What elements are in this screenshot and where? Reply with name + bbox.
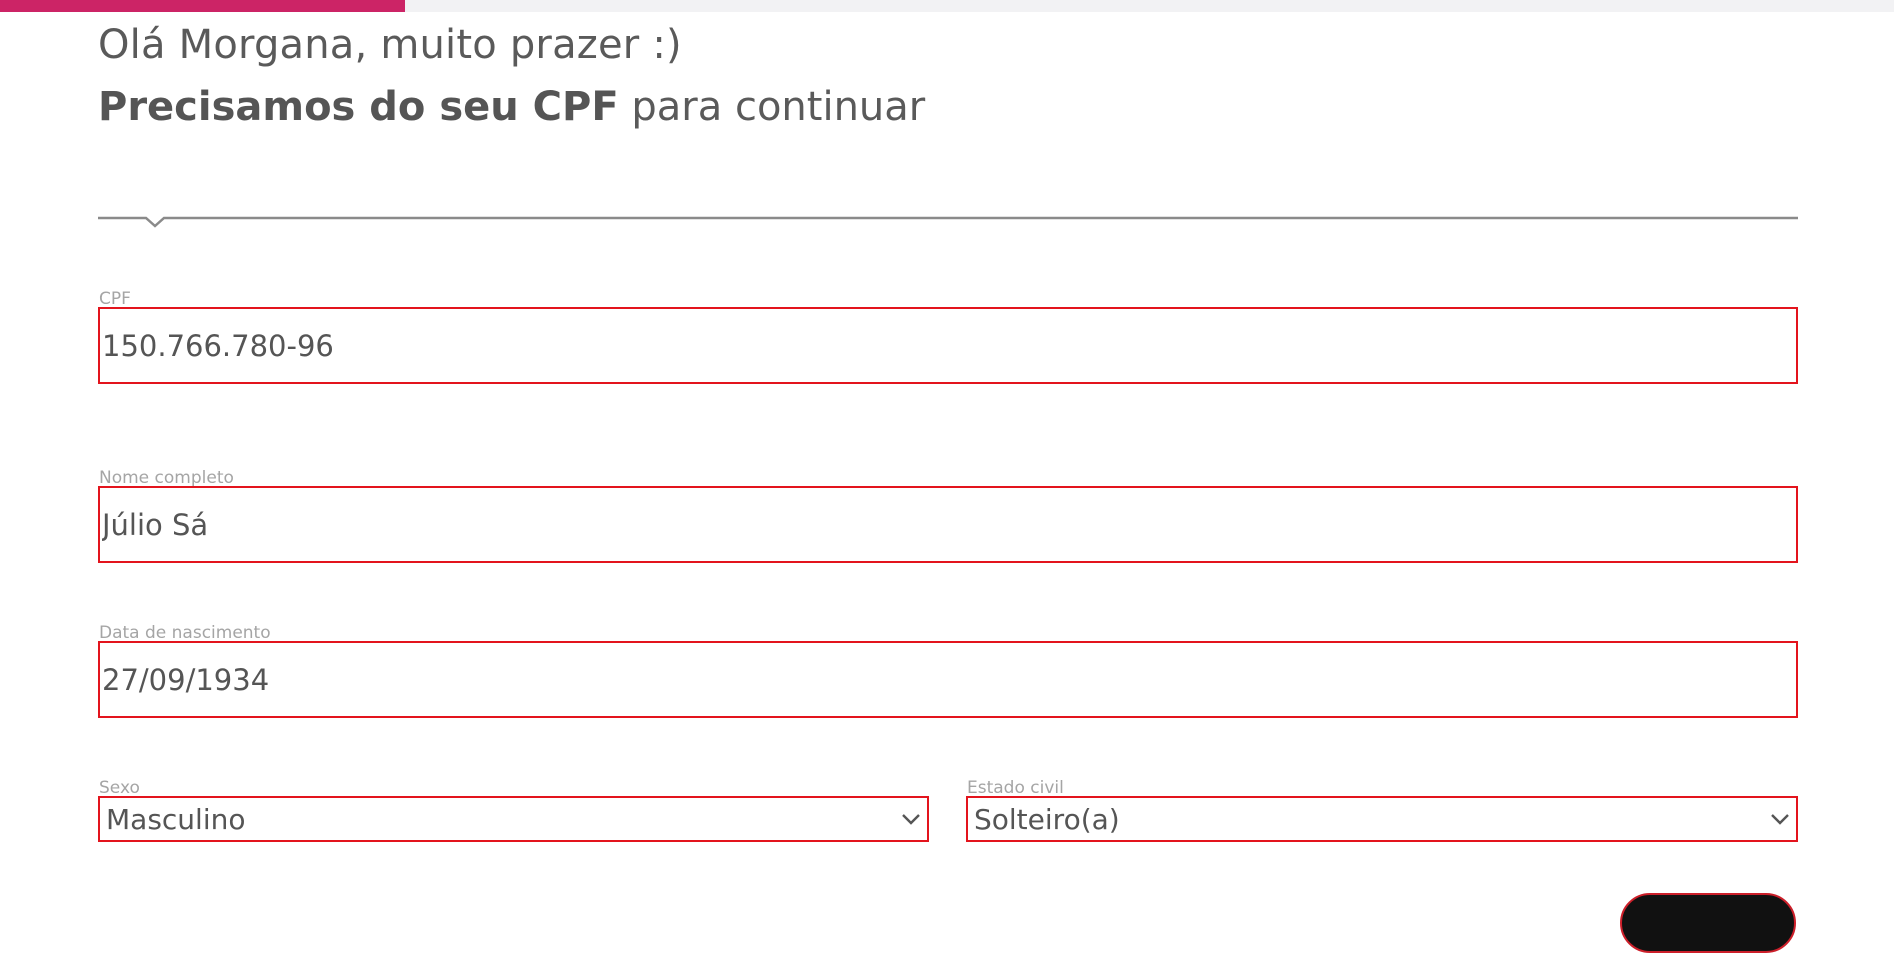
greeting-heading: Olá Morgana, muito prazer :): [98, 22, 682, 68]
sex-label: Sexo: [99, 778, 140, 798]
progress-bar: [0, 0, 1894, 12]
marital-status-select[interactable]: Solteiro(a): [966, 796, 1798, 842]
page-subtitle: Precisamos do seu CPF para continuar: [98, 84, 925, 130]
subtitle-emphasis: Precisamos do seu CPF: [98, 84, 619, 130]
chevron-down-icon: [902, 814, 920, 825]
birth-date-input[interactable]: [98, 641, 1798, 718]
sex-select[interactable]: Masculino: [98, 796, 929, 842]
full-name-input[interactable]: [98, 486, 1798, 563]
progress-bar-fill: [0, 0, 406, 12]
marital-status-select-value: Solteiro(a): [974, 802, 1120, 836]
section-divider: [98, 216, 1798, 228]
chevron-down-icon: [1771, 814, 1789, 825]
marital-status-label: Estado civil: [967, 778, 1064, 798]
continue-button[interactable]: [1620, 893, 1796, 953]
subtitle-rest: para continuar: [618, 84, 926, 130]
sex-select-value: Masculino: [106, 802, 246, 836]
cpf-label: CPF: [99, 289, 131, 309]
full-name-label: Nome completo: [99, 468, 234, 488]
cpf-input[interactable]: [98, 307, 1798, 384]
birth-date-label: Data de nascimento: [99, 623, 271, 643]
